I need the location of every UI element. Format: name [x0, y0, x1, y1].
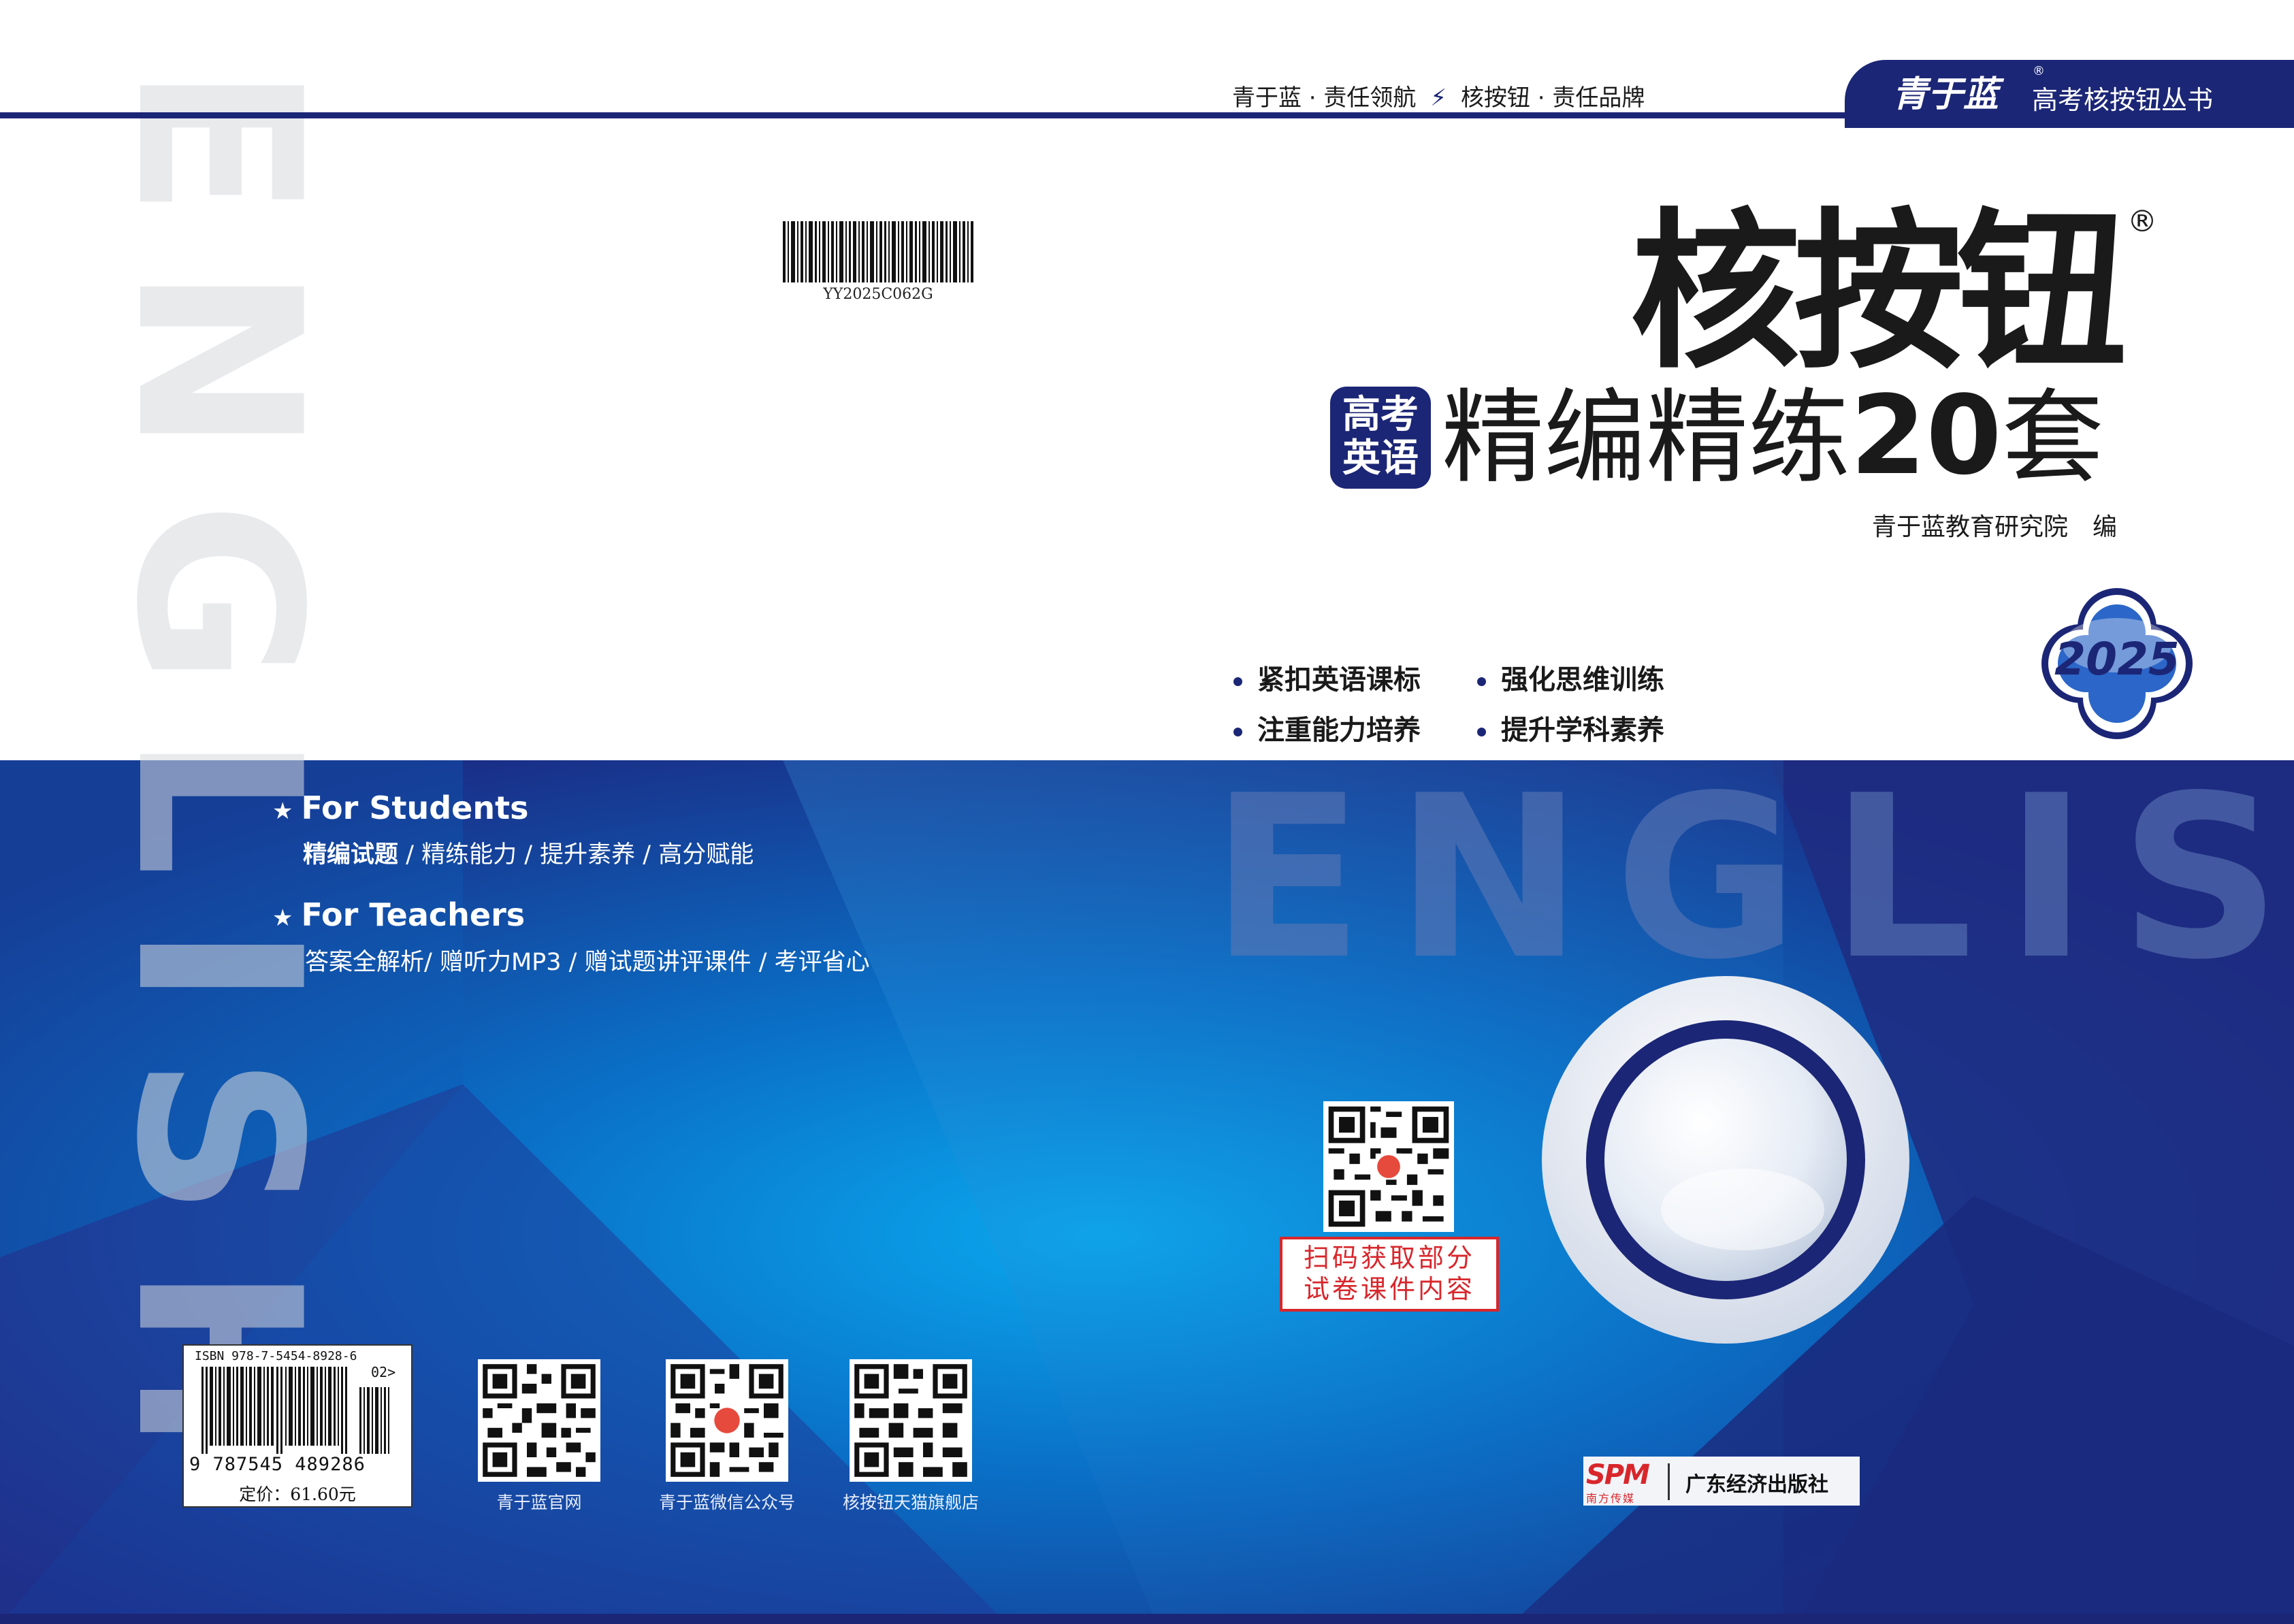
- qr-label-tmall-store: 核按钮天猫旗舰店: [842, 1493, 979, 1512]
- editor-credit: 青于蓝教育研究院 编: [1872, 513, 2118, 541]
- publisher-name: 广东经济出版社: [1685, 1473, 1828, 1497]
- teacher-item: 赠听力MP3: [439, 949, 562, 976]
- teacher-item: 赠试题讲评课件: [584, 949, 752, 976]
- series-name: 高考核按钮丛书: [2032, 85, 2214, 115]
- feature-text: 注重能力培养: [1257, 715, 1421, 746]
- for-teachers-heading: ★ For Teachers: [272, 896, 526, 933]
- subtitle-text: 精编精练: [1442, 379, 1851, 498]
- star-icon: ★: [272, 905, 293, 932]
- for-students-heading: ★ For Students: [272, 790, 529, 826]
- tmall-store-qr-code[interactable]: [850, 1359, 972, 1482]
- for-students-items: 精编试题 / 精练能力 / 提升素养 / 高分赋能: [303, 841, 754, 868]
- teacher-item: 答案全解析: [305, 949, 425, 976]
- ring-decoration: [1542, 976, 1909, 1344]
- feature-text: 强化思维训练: [1501, 664, 1664, 696]
- publisher-logo: SPM: [1586, 1459, 1650, 1491]
- year-badge-text: 2025: [2054, 633, 2180, 685]
- qr-label-wechat: 青于蓝微信公众号: [658, 1493, 795, 1512]
- subtitle-suffix: 套: [2001, 379, 2104, 498]
- lightning-icon: ⚡: [1430, 84, 1447, 112]
- qr-code-icon: [850, 1359, 972, 1482]
- wechat-qr-code[interactable]: [666, 1359, 788, 1482]
- subject-line-2: 英语: [1342, 436, 1419, 481]
- for-teachers-items: 答案全解析/ 赠听力MP3 / 赠试题讲评课件 / 考评省心: [305, 949, 870, 976]
- bullet-dot-icon: [1477, 677, 1486, 686]
- course-qr-code[interactable]: [1323, 1101, 1454, 1232]
- feature-text: 提升学科素养: [1501, 715, 1664, 746]
- subtitle-number: 20: [1850, 372, 2002, 499]
- background-vertical-english: ENGLISH: [87, 65, 349, 1501]
- book-subtitle: 精编精练20套: [1442, 378, 2104, 498]
- star-icon: ★: [272, 798, 293, 825]
- student-item: 精编试题: [303, 841, 399, 868]
- scan-prompt-text: 扫码获取部分 试卷课件内容: [1280, 1242, 1499, 1305]
- subject-label: 高考 英语: [1330, 393, 1431, 481]
- isbn-number: 9 787545 489286: [189, 1454, 366, 1475]
- slogan-part-2: 核按钮 · 责任品牌: [1460, 84, 1645, 112]
- bullet-dot-icon: [1477, 727, 1486, 736]
- feature-item: 强化思维训练: [1477, 657, 1664, 697]
- feature-item: 注重能力培养: [1233, 708, 1421, 747]
- feature-item: 提升学科素养: [1477, 708, 1664, 747]
- product-barcode: [783, 221, 973, 282]
- student-item: 高分赋能: [658, 841, 754, 868]
- brand-registered-mark: ®: [2033, 64, 2045, 78]
- subject-line-1: 高考: [1342, 393, 1419, 437]
- isbn-barcode: [201, 1367, 389, 1454]
- student-item: 提升素养: [540, 841, 636, 868]
- official-site-qr-code[interactable]: [478, 1359, 600, 1482]
- teacher-item: 考评省心: [774, 949, 870, 976]
- book-title: 核按钮: [1630, 193, 2127, 391]
- header-slogan: 青于蓝 · 责任领航 ⚡ 核按钮 · 责任品牌: [1232, 79, 1645, 112]
- feature-text: 紧扣英语课标: [1257, 664, 1421, 696]
- qr-code-icon: [1323, 1101, 1454, 1232]
- feature-item: 紧扣英语课标: [1233, 657, 1421, 697]
- bullet-dot-icon: [1233, 677, 1242, 686]
- qr-code-icon: [666, 1359, 788, 1482]
- publisher-logo-subtext: 南方传媒: [1586, 1492, 1636, 1505]
- qr-label-official-site: 青于蓝官网: [496, 1493, 582, 1512]
- book-cover: ENGLISH ENGLISH 青于蓝 · 责任领航 ⚡ 核按钮 · 责任品牌 …: [0, 0, 2294, 1624]
- price-label: 定价：61.60元: [239, 1484, 356, 1504]
- scan-prompt-line-1: 扫码获取部分: [1303, 1243, 1475, 1273]
- bullet-dot-icon: [1233, 727, 1242, 736]
- slogan-part-1: 青于蓝 · 责任领航: [1232, 84, 1417, 112]
- isbn-text: ISBN 978-7-5454-8928-6: [195, 1349, 357, 1363]
- brand-logo: 青于蓝: [1892, 74, 1999, 115]
- scan-prompt-line-2: 试卷课件内容: [1303, 1274, 1475, 1304]
- background-horizontal-english: ENGLISH: [1210, 747, 2294, 1009]
- qr-code-icon: [478, 1359, 600, 1482]
- product-barcode-number: YY2025C062G: [823, 286, 933, 303]
- publisher-divider: [1668, 1463, 1670, 1500]
- student-item: 精练能力: [421, 841, 517, 868]
- title-registered-mark: ®: [2127, 204, 2157, 239]
